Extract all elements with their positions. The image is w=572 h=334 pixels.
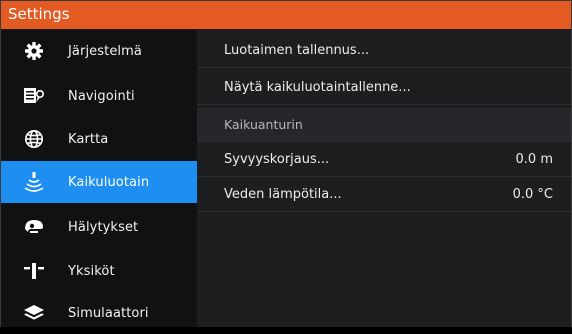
layers-icon [23, 302, 45, 324]
section-header-kaikuanturin: Kaikuanturin [197, 108, 571, 142]
units-icon [23, 260, 45, 282]
sidebar-item-kaikuluotain[interactable]: Kaikuluotain [1, 161, 197, 203]
sidebar-item-yksikot[interactable]: Yksiköt [1, 250, 197, 292]
sidebar-item-label: Navigointi [68, 88, 135, 104]
row-luotaimen-tallennus[interactable]: Luotaimen tallennus... [197, 34, 571, 68]
sidebar-item-label: Kaikuluotain [68, 174, 150, 190]
sidebar-item-kartta[interactable]: Kartta [1, 118, 197, 160]
window-title: Settings [8, 5, 70, 23]
row-label: Näytä kaikuluotaintallenne... [224, 80, 411, 95]
sidebar-item-jarjestelma[interactable]: Järjestelmä [1, 30, 197, 72]
alarm-icon [23, 216, 45, 238]
gear-icon [23, 40, 45, 62]
row-label: Syvyyskorjaus... [224, 152, 330, 167]
row-label: Veden lämpötila... [224, 187, 342, 202]
sidebar-item-label: Yksiköt [68, 263, 115, 279]
globe-icon [23, 128, 45, 150]
settings-window: Settings Järjestelmä Navigointi Kartta K… [0, 0, 572, 327]
row-label: Luotaimen tallennus... [224, 43, 370, 58]
settings-panel: Luotaimen tallennus... Näytä kaikuluotai… [197, 30, 571, 327]
sidebar-item-label: Kartta [68, 131, 109, 147]
sonar-icon [23, 171, 45, 193]
row-value: 0.0 m [515, 152, 553, 167]
section-label: Kaikuanturin [224, 117, 303, 132]
sidebar-item-simulaattori[interactable]: Simulaattori [1, 292, 197, 334]
sidebar-item-label: Simulaattori [68, 305, 149, 321]
sidebar-item-label: Hälytykset [68, 219, 139, 235]
sidebar-item-halytykset[interactable]: Hälytykset [1, 206, 197, 248]
navigation-icon [23, 85, 45, 107]
titlebar: Settings [1, 1, 571, 29]
sidebar-item-label: Järjestelmä [68, 43, 142, 59]
row-veden-lampotila[interactable]: Veden lämpötila... 0.0 °C [197, 178, 571, 212]
row-value: 0.0 °C [512, 187, 553, 202]
row-syvyyskorjaus[interactable]: Syvyyskorjaus... 0.0 m [197, 143, 571, 177]
sidebar: Järjestelmä Navigointi Kartta Kaikuluota… [1, 30, 197, 327]
sidebar-item-navigointi[interactable]: Navigointi [1, 75, 197, 117]
row-nayta-kaikuluotaintallenne[interactable]: Näytä kaikuluotaintallenne... [197, 71, 571, 105]
